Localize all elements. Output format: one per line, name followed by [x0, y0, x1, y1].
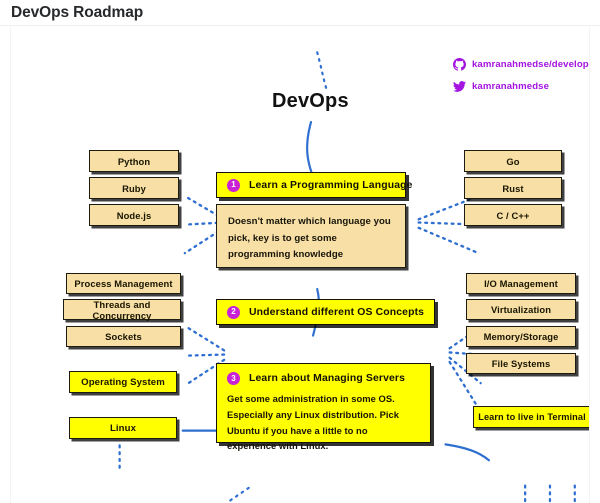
github-link-label: kamranahmedse/develope: [472, 59, 590, 70]
sub-node-operating-system[interactable]: Operating System: [69, 371, 177, 393]
sub-node-linux[interactable]: Linux: [69, 417, 177, 439]
step-title-1: Learn a Programming Language: [249, 179, 413, 191]
twitter-link-label: kamranahmedse: [472, 81, 550, 92]
root-node-devops: DevOps: [272, 90, 349, 112]
step-node-2[interactable]: 2 Understand different OS Concepts: [216, 299, 435, 325]
step-badge-2: 2: [227, 305, 240, 319]
step-node-1[interactable]: 1 Learn a Programming Language: [216, 172, 412, 198]
sub-node-memory-storage[interactable]: Memory/Storage: [466, 326, 576, 347]
sub-node-ruby[interactable]: Ruby: [89, 177, 179, 199]
step-title-2: Understand different OS Concepts: [249, 306, 425, 318]
sub-node-file-systems[interactable]: File Systems: [466, 353, 576, 374]
sub-node-sockets[interactable]: Sockets: [66, 326, 181, 347]
roadmap-canvas[interactable]: kamranahmedse/develope kamranahmedse Dev…: [10, 27, 590, 503]
step-badge-3: 3: [227, 372, 240, 385]
sub-node-c-cpp[interactable]: C / C++: [464, 204, 562, 226]
step-3-header: 3 Learn about Managing Servers: [227, 372, 419, 385]
step-title-3: Learn about Managing Servers: [249, 373, 406, 384]
page-title: DevOps Roadmap: [11, 4, 144, 21]
step-description-3: Get some administration in some OS. Espe…: [227, 393, 400, 452]
sub-node-process-management[interactable]: Process Management: [66, 273, 181, 294]
sub-node-virtualization[interactable]: Virtualization: [466, 299, 576, 320]
github-icon: [453, 58, 466, 71]
sub-node-rust[interactable]: Rust: [464, 177, 562, 199]
twitter-icon: [453, 80, 466, 93]
sub-node-io-management[interactable]: I/O Management: [466, 273, 576, 294]
sub-node-go[interactable]: Go: [464, 150, 562, 172]
step-badge-1: 1: [227, 178, 240, 192]
window-header: DevOps Roadmap: [0, 0, 600, 26]
sub-node-nodejs[interactable]: Node.js: [89, 204, 179, 226]
sub-node-python[interactable]: Python: [89, 150, 179, 172]
sub-node-threads-and-concurrency[interactable]: Threads and Concurrency: [63, 299, 181, 321]
twitter-link[interactable]: kamranahmedse: [453, 80, 549, 93]
step-description-1: Doesn't matter which language you pick, …: [216, 204, 406, 268]
sub-node-learn-to-live-in-terminal[interactable]: Learn to live in Terminal: [473, 406, 589, 428]
step-node-3[interactable]: 3 Learn about Managing Servers Get some …: [216, 363, 431, 451]
github-link[interactable]: kamranahmedse/develope: [453, 58, 590, 71]
